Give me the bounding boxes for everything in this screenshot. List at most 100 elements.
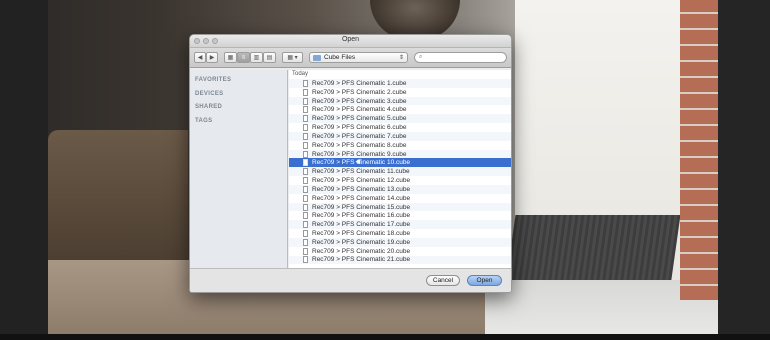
folder-icon [313,54,321,61]
file-row[interactable]: Rec709 > PFS Cinematic 19.cube [289,237,511,247]
forward-button[interactable]: ▶ [206,52,218,63]
forward-icon: ▶ [209,55,215,61]
file-name: Rec709 > PFS Cinematic 11.cube [312,168,410,176]
document-icon [303,150,308,158]
file-name: Rec709 > PFS Cinematic 18.cube [312,229,411,237]
file-row[interactable]: Rec709 > PFS Cinematic 6.cube [289,123,511,132]
file-name: Rec709 > PFS Cinematic 15.cube [312,203,411,211]
open-dialog: Open ◀ ▶ ▦ ≡ ▥ ▤ ▦ ▾ Cube Files ⇕ ⌕ FAVO… [189,34,512,293]
sidebar-heading-shared[interactable]: SHARED [190,101,287,115]
file-row[interactable]: Rec709 > PFS Cinematic 5.cube [289,114,511,124]
file-row[interactable]: Rec709 > PFS Cinematic 17.cube [289,220,511,230]
coverflow-view-icon: ▤ [266,55,273,61]
file-name: Rec709 > PFS Cinematic 16.cube [312,212,411,220]
icon-view-button[interactable]: ▦ [224,52,237,63]
titlebar: Open [190,35,511,48]
coverflow-view-button[interactable]: ▤ [263,52,276,63]
file-name: Rec709 > PFS Cinematic 5.cube [312,115,407,123]
file-name: Rec709 > PFS Cinematic 17.cube [312,221,411,229]
path-popup[interactable]: Cube Files ⇕ [309,52,408,63]
file-name: Rec709 > PFS Cinematic 4.cube [312,106,407,114]
file-name: Rec709 > PFS Cinematic 2.cube [312,88,407,96]
icon-view-icon: ▦ [227,55,234,61]
dialog-footer: Cancel Open [190,268,511,292]
document-icon [303,79,308,87]
file-name: Rec709 > PFS Cinematic 9.cube [312,150,407,158]
file-name: Rec709 > PFS Cinematic 6.cube [312,124,407,132]
document-icon [303,238,308,246]
file-name: Rec709 > PFS Cinematic 19.cube [312,238,411,246]
list-group-header: Today [292,71,309,77]
sidebar-heading-devices[interactable]: DEVICES [190,88,287,102]
file-name: Rec709 > PFS Cinematic 1.cube [312,79,407,87]
file-row[interactable]: Rec709 > PFS Cinematic 7.cube [289,131,511,141]
document-icon [303,124,308,132]
document-icon [303,247,308,255]
cancel-button[interactable]: Cancel [426,275,460,286]
file-row[interactable]: Rec709 > PFS Cinematic 14.cube [289,194,511,203]
document-icon [303,141,308,149]
document-icon [303,106,308,114]
path-popup-label: Cube Files [324,54,356,61]
file-row[interactable]: Rec709 > PFS Cinematic 15.cube [289,202,511,212]
dialog-title: Open [341,36,360,43]
file-name: Rec709 > PFS Cinematic 13.cube [312,185,411,193]
letterbox-right [718,0,770,340]
search-input[interactable]: ⌕ [414,52,507,63]
document-icon [303,229,308,237]
sidebar-heading-favorites[interactable]: FAVORITES [190,74,287,88]
file-name: Rec709 > PFS Cinematic 7.cube [312,132,407,140]
file-row[interactable]: Rec709 > PFS Cinematic 18.cube [289,229,511,238]
file-row[interactable]: Rec709 > PFS Cinematic 1.cube [289,79,511,88]
document-icon [303,88,308,96]
toolbar: ◀ ▶ ▦ ≡ ▥ ▤ ▦ ▾ Cube Files ⇕ ⌕ [190,48,511,68]
list-view-icon: ≡ [241,54,246,61]
file-row[interactable]: Rec709 > PFS Cinematic 20.cube [289,247,511,256]
file-row[interactable]: Rec709 > PFS Cinematic 12.cube [289,176,511,185]
document-icon [303,97,308,105]
file-row[interactable]: Rec709 > PFS Cinematic 3.cube [289,96,511,106]
file-row[interactable]: Rec709 > PFS Cinematic 2.cube [289,88,511,97]
file-name: Rec709 > PFS Cinematic 14.cube [312,194,411,202]
file-name: Rec709 > PFS Cinematic 12.cube [312,177,411,185]
file-list: Today Rec709 > PFS Cinematic 1.cube Rec70… [289,70,511,269]
file-row[interactable]: Rec709 > PFS Cinematic 21.cube [289,255,511,265]
arrange-menu-icon: ▦ ▾ [287,55,298,61]
sidebar-heading-tags[interactable]: TAGS [190,115,287,129]
sidebar: FAVORITES DEVICES SHARED TAGS [190,70,288,269]
back-button[interactable]: ◀ [194,52,206,63]
letterbox-left [0,0,48,340]
back-icon: ◀ [197,55,203,61]
file-row[interactable]: Rec709 > PFS Cinematic 9.cube [289,149,511,159]
document-icon [303,185,308,193]
document-icon [303,203,308,211]
file-row[interactable]: Rec709 > PFS Cinematic 10.cube [289,158,511,168]
arrange-menu-button[interactable]: ▦ ▾ [282,52,303,63]
file-name: Rec709 > PFS Cinematic 21.cube [312,256,411,264]
open-button[interactable]: Open [467,275,502,286]
list-view-button[interactable]: ≡ [237,52,250,63]
background-bricks [680,0,720,300]
file-name: Rec709 > PFS Cinematic 20.cube [312,247,411,255]
popup-arrows-icon: ⇕ [398,55,404,61]
file-row[interactable]: Rec709 > PFS Cinematic 4.cube [289,105,511,114]
bottom-bar [0,334,770,340]
file-row[interactable]: Rec709 > PFS Cinematic 8.cube [289,141,511,150]
document-icon [303,194,308,202]
document-icon [303,132,308,140]
file-name: Rec709 > PFS Cinematic 3.cube [312,97,407,105]
file-row[interactable]: Rec709 > PFS Cinematic 11.cube [289,167,511,177]
document-icon [303,177,308,185]
document-icon [303,115,308,123]
document-icon [303,159,308,167]
column-view-icon: ▥ [253,55,260,61]
document-icon [303,221,308,229]
file-row[interactable]: Rec709 > PFS Cinematic 16.cube [289,211,511,220]
dialog-body: FAVORITES DEVICES SHARED TAGS Today Rec7… [190,70,511,292]
column-view-button[interactable]: ▥ [250,52,263,63]
file-row[interactable]: Rec709 > PFS Cinematic 13.cube [289,184,511,194]
document-icon [303,168,308,176]
file-name: Rec709 > PFS Cinematic 8.cube [312,141,407,149]
search-icon: ⌕ [419,54,423,60]
file-rows: Rec709 > PFS Cinematic 1.cube Rec709 > PF… [289,79,511,265]
